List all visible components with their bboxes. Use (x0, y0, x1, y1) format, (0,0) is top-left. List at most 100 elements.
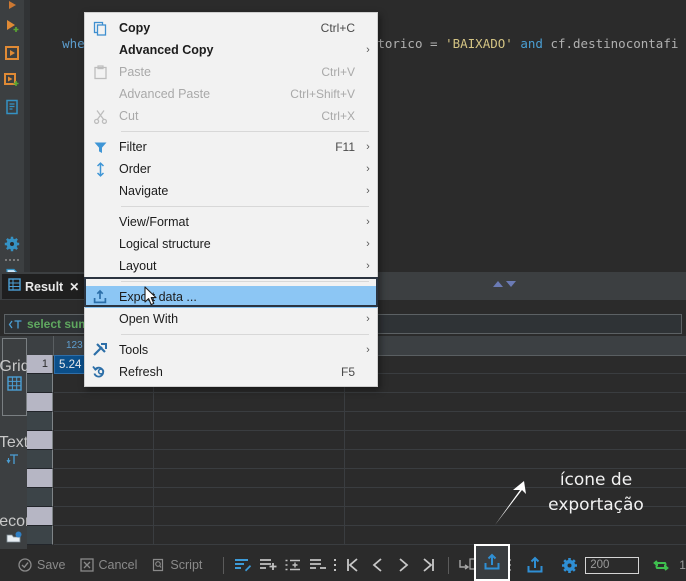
menu-item-navigate[interactable]: Navigate › (85, 180, 377, 202)
result-settings-icon[interactable] (558, 553, 581, 577)
menu-item-export-data[interactable]: Export data ... (85, 286, 377, 308)
row-number-cell[interactable]: 1 (27, 355, 53, 374)
table-cell[interactable] (155, 469, 345, 487)
script-button[interactable]: Script (151, 558, 202, 572)
chevron-right-icon: › (366, 238, 370, 250)
table-cell[interactable] (155, 412, 345, 430)
presentation-tab-text-label: Text (0, 434, 29, 451)
table-cell[interactable] (54, 526, 154, 544)
table-cell[interactable] (54, 507, 154, 525)
table-row[interactable] (27, 526, 686, 545)
editor-gutter (24, 0, 30, 272)
table-row[interactable] (27, 431, 686, 450)
row-number-cell[interactable] (27, 412, 53, 431)
filter-expression-text[interactable]: select sum (23, 317, 89, 331)
close-icon[interactable]: ✕ (69, 280, 79, 294)
row-number-cell[interactable] (27, 526, 53, 545)
delete-row-icon[interactable] (306, 553, 329, 577)
row-number-cell[interactable] (27, 507, 53, 526)
add-row-icon[interactable] (256, 553, 279, 577)
table-cell[interactable] (54, 488, 154, 506)
menu-item-label: Copy (119, 21, 151, 35)
row-number-cell[interactable] (27, 374, 53, 393)
table-cell[interactable] (155, 526, 345, 544)
presentation-tab-grid[interactable]: Grid (0, 338, 30, 416)
chevron-right-icon: › (366, 313, 370, 325)
table-cell[interactable] (54, 450, 154, 468)
run-script-icon[interactable] (0, 0, 24, 12)
previous-page-icon[interactable] (366, 553, 389, 577)
menu-separator (121, 334, 369, 335)
execute-statement-icon[interactable] (0, 39, 24, 66)
table-cell[interactable] (54, 469, 154, 487)
row-number-cell[interactable] (27, 450, 53, 469)
filter-icon (85, 140, 115, 155)
table-cell[interactable] (155, 393, 345, 411)
annotation-arrow-icon (488, 478, 528, 528)
table-cell[interactable] (54, 393, 154, 411)
menu-item-advanced-copy[interactable]: Advanced Copy › (85, 39, 377, 61)
table-cell[interactable] (155, 431, 345, 449)
row-cells[interactable] (54, 431, 686, 450)
row-cells[interactable] (54, 412, 686, 431)
export-data-icon-highlighted[interactable] (481, 551, 503, 573)
table-row[interactable] (27, 412, 686, 431)
explain-plan-icon[interactable] (0, 93, 24, 120)
table-cell[interactable] (155, 488, 345, 506)
row-cells[interactable] (54, 393, 686, 412)
paste-icon (85, 64, 115, 80)
next-page-icon[interactable] (391, 553, 414, 577)
menu-item-open-with[interactable]: Open With › (85, 308, 377, 330)
presentation-tab-grid-label: Grid (0, 358, 30, 375)
menu-item-tools[interactable]: Tools › (85, 339, 377, 361)
table-row[interactable] (27, 450, 686, 469)
save-button[interactable]: Save (18, 558, 66, 572)
table-cell[interactable] (155, 450, 345, 468)
script-button-label: Script (170, 558, 203, 572)
toolbar-divider-2 (448, 556, 450, 574)
cancel-button[interactable]: Cancel (79, 558, 137, 572)
export-data-icon[interactable] (523, 553, 546, 577)
row-cells[interactable] (54, 526, 686, 545)
menu-item-copy[interactable]: Copy Ctrl+C (85, 17, 377, 39)
more-rows-icon[interactable] (332, 553, 340, 577)
table-cell[interactable] (54, 431, 154, 449)
last-page-icon[interactable] (416, 553, 439, 577)
grid-icon (7, 376, 22, 396)
row-count-label: 1 (679, 558, 686, 572)
table-cell[interactable] (54, 412, 154, 430)
menu-item-layout[interactable]: Layout › (85, 255, 377, 277)
duplicate-row-icon[interactable] (281, 553, 304, 577)
first-page-icon[interactable] (341, 553, 364, 577)
table-row[interactable] (27, 393, 686, 412)
copy-icon (85, 21, 115, 36)
edit-row-icon[interactable] (231, 553, 254, 577)
column-type-badge: 123 (66, 340, 83, 351)
row-number-cell[interactable] (27, 469, 53, 488)
panel-collapse-controls[interactable] (490, 276, 520, 287)
row-number-cell[interactable] (27, 431, 53, 450)
table-cell[interactable] (155, 507, 345, 525)
refresh-rows-icon[interactable] (649, 553, 672, 577)
menu-item-advanced-paste: Advanced Paste Ctrl+Shift+V (85, 83, 377, 105)
menu-item-cut: Cut Ctrl+X (85, 105, 377, 127)
row-cells[interactable] (54, 450, 686, 469)
execute-new-tab-icon[interactable] (0, 66, 24, 93)
row-number-cell[interactable] (27, 488, 53, 507)
menu-item-order[interactable]: Order › (85, 158, 377, 180)
presentation-tab-text[interactable]: Text (0, 420, 29, 486)
grid-corner-cell[interactable] (27, 336, 54, 355)
menu-item-view-format[interactable]: View/Format › (85, 211, 377, 233)
tab-result[interactable]: Result ✕ (2, 274, 86, 299)
menu-item-refresh[interactable]: Refresh F5 (85, 361, 377, 383)
menu-item-label: Advanced Paste (119, 87, 211, 101)
sql-string-literal: 'BAIXADO' (445, 36, 513, 51)
settings-icon[interactable] (0, 230, 24, 257)
menu-item-logical-structure[interactable]: Logical structure › (85, 233, 377, 255)
fetch-size-input[interactable]: 200 (585, 556, 640, 574)
menu-item-filter[interactable]: Filter F11 › (85, 136, 377, 158)
context-menu[interactable]: Copy Ctrl+C Advanced Copy › Paste Ctrl+V Advan… (84, 12, 378, 387)
sql-expression-icon (5, 318, 23, 331)
run-script-new-tab-icon[interactable] (0, 12, 24, 39)
row-number-cell[interactable] (27, 393, 53, 412)
